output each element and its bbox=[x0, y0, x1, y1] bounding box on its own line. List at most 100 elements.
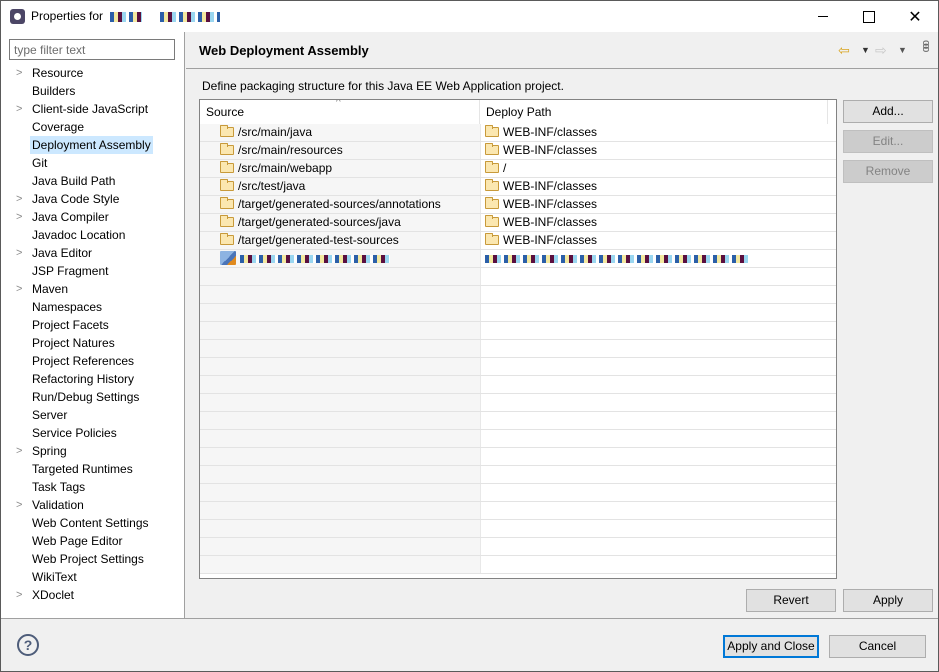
tree-item-service-policies[interactable]: Service Policies bbox=[1, 424, 184, 442]
expand-chevron-right-icon[interactable]: > bbox=[16, 442, 22, 460]
source-cell: /target/generated-sources/java bbox=[200, 214, 480, 231]
tree-item-jsp-fragment[interactable]: JSP Fragment bbox=[1, 262, 184, 280]
tree-item-label: Service Policies bbox=[32, 426, 117, 440]
apply-and-close-button[interactable]: Apply and Close bbox=[723, 635, 819, 658]
folder-icon bbox=[220, 179, 234, 191]
tree-item-xdoclet[interactable]: > XDoclet bbox=[1, 586, 184, 604]
close-button[interactable]: ✕ bbox=[892, 1, 938, 32]
back-menu-chevron-down-icon[interactable]: ▼ bbox=[861, 40, 870, 60]
revert-button[interactable]: Revert bbox=[746, 589, 836, 612]
empty-table-row bbox=[200, 466, 836, 484]
tree-item-web-content-settings[interactable]: Web Content Settings bbox=[1, 514, 184, 532]
source-path: /target/generated-test-sources bbox=[238, 233, 399, 247]
forward-arrow-icon[interactable]: ⇨ bbox=[875, 40, 887, 60]
expand-chevron-right-icon[interactable]: > bbox=[16, 190, 22, 208]
table-row[interactable]: /src/test/java WEB-INF/classes bbox=[200, 178, 836, 196]
tree-item-validation[interactable]: > Validation bbox=[1, 496, 184, 514]
tree-item-wikitext[interactable]: WikiText bbox=[1, 568, 184, 586]
tree-item-project-facets[interactable]: Project Facets bbox=[1, 316, 184, 334]
column-header-source[interactable]: Source ^ bbox=[200, 100, 480, 124]
forward-menu-chevron-down-icon[interactable]: ▼ bbox=[898, 40, 907, 60]
deploy-path-cell: WEB-INF/classes bbox=[480, 232, 828, 249]
deploy-path-cell: WEB-INF/classes bbox=[480, 178, 828, 195]
tree-item-resource[interactable]: > Resource bbox=[1, 64, 184, 82]
tree-item-client-side-javascript[interactable]: > Client-side JavaScript bbox=[1, 100, 184, 118]
tree-item-maven[interactable]: > Maven bbox=[1, 280, 184, 298]
table-row[interactable]: /target/generated-sources/annotations WEB… bbox=[200, 196, 836, 214]
empty-table-row bbox=[200, 358, 836, 376]
tree-item-java-build-path[interactable]: Java Build Path bbox=[1, 172, 184, 190]
tree-item-namespaces[interactable]: Namespaces bbox=[1, 298, 184, 316]
back-arrow-icon[interactable]: ⇦ bbox=[838, 40, 850, 60]
expand-chevron-right-icon[interactable]: > bbox=[16, 586, 22, 604]
column-header-deploy-path[interactable]: Deploy Path bbox=[480, 100, 828, 124]
properties-dialog: Properties for ✕ > Resource Builders > Clien… bbox=[0, 0, 939, 672]
expand-chevron-right-icon[interactable]: > bbox=[16, 244, 22, 262]
deploy-path-cell bbox=[480, 538, 828, 555]
source-cell bbox=[200, 268, 480, 285]
tree-item-web-project-settings[interactable]: Web Project Settings bbox=[1, 550, 184, 568]
redacted-project-name-2 bbox=[159, 11, 220, 22]
cancel-button[interactable]: Cancel bbox=[829, 635, 926, 658]
tree-item-label: Java Editor bbox=[32, 246, 93, 260]
deploy-path: WEB-INF/classes bbox=[503, 125, 598, 139]
source-cell bbox=[200, 340, 480, 357]
tree-item-deployment-assembly[interactable]: Deployment Assembly bbox=[1, 136, 184, 154]
tree-item-spring[interactable]: > Spring bbox=[1, 442, 184, 460]
expand-chevron-right-icon[interactable]: > bbox=[16, 100, 22, 118]
tree-item-javadoc-location[interactable]: Javadoc Location bbox=[1, 226, 184, 244]
empty-table-row bbox=[200, 448, 836, 466]
tree-item-task-tags[interactable]: Task Tags bbox=[1, 478, 184, 496]
deploy-path-cell bbox=[480, 250, 828, 267]
table-row[interactable]: /src/main/webapp / bbox=[200, 160, 836, 178]
table-row[interactable] bbox=[200, 250, 836, 268]
tree-item-run-debug-settings[interactable]: Run/Debug Settings bbox=[1, 388, 184, 406]
empty-table-row bbox=[200, 502, 836, 520]
table-row[interactable]: /src/main/resources WEB-INF/classes bbox=[200, 142, 836, 160]
tree-item-label: Git bbox=[32, 156, 48, 170]
expand-chevron-right-icon[interactable]: > bbox=[16, 64, 22, 82]
tree-item-builders[interactable]: Builders bbox=[1, 82, 184, 100]
deploy-path-cell: WEB-INF/classes bbox=[480, 196, 828, 213]
tree-item-project-references[interactable]: Project References bbox=[1, 352, 184, 370]
edit-button[interactable]: Edit... bbox=[843, 130, 933, 153]
filter-input[interactable] bbox=[9, 39, 175, 60]
tree-item-targeted-runtimes[interactable]: Targeted Runtimes bbox=[1, 460, 184, 478]
expand-chevron-right-icon[interactable]: > bbox=[16, 496, 22, 514]
tree-item-refactoring-history[interactable]: Refactoring History bbox=[1, 370, 184, 388]
expand-chevron-right-icon[interactable]: > bbox=[16, 280, 22, 298]
help-icon[interactable]: ? bbox=[17, 634, 39, 656]
page-header: Web Deployment Assembly ⇦ ▼ ⇨ ▼ ooo bbox=[186, 32, 938, 69]
preference-tree: > Resource Builders > Client-side JavaScript… bbox=[1, 64, 184, 604]
tree-item-label: Targeted Runtimes bbox=[32, 462, 133, 476]
table-row[interactable]: /target/generated-test-sources WEB-INF/cl… bbox=[200, 232, 836, 250]
apply-button[interactable]: Apply bbox=[843, 589, 933, 612]
tree-item-git[interactable]: Git bbox=[1, 154, 184, 172]
maximize-button[interactable] bbox=[846, 1, 892, 32]
table-row[interactable]: /target/generated-sources/java WEB-INF/cl… bbox=[200, 214, 836, 232]
source-cell bbox=[200, 250, 480, 267]
tree-item-java-compiler[interactable]: > Java Compiler bbox=[1, 208, 184, 226]
table-row[interactable]: /src/main/java WEB-INF/classes bbox=[200, 124, 836, 142]
deploy-path-cell bbox=[480, 394, 828, 411]
minimize-button[interactable] bbox=[800, 1, 846, 32]
more-options-icon[interactable]: ooo bbox=[916, 40, 936, 49]
empty-table-row bbox=[200, 394, 836, 412]
source-cell bbox=[200, 502, 480, 519]
deploy-path-cell bbox=[480, 286, 828, 303]
tree-item-web-page-editor[interactable]: Web Page Editor bbox=[1, 532, 184, 550]
deploy-path-cell bbox=[480, 322, 828, 339]
tree-item-project-natures[interactable]: Project Natures bbox=[1, 334, 184, 352]
page-title: Web Deployment Assembly bbox=[199, 43, 369, 58]
tree-item-java-code-style[interactable]: > Java Code Style bbox=[1, 190, 184, 208]
add-button[interactable]: Add... bbox=[843, 100, 933, 123]
tree-item-server[interactable]: Server bbox=[1, 406, 184, 424]
tree-item-coverage[interactable]: Coverage bbox=[1, 118, 184, 136]
expand-chevron-right-icon[interactable]: > bbox=[16, 208, 22, 226]
remove-button[interactable]: Remove bbox=[843, 160, 933, 183]
tree-item-label: Project References bbox=[32, 354, 135, 368]
deploy-path-cell: WEB-INF/classes bbox=[480, 214, 828, 231]
tree-item-label: JSP Fragment bbox=[32, 264, 109, 278]
tree-item-java-editor[interactable]: > Java Editor bbox=[1, 244, 184, 262]
source-cell bbox=[200, 376, 480, 393]
